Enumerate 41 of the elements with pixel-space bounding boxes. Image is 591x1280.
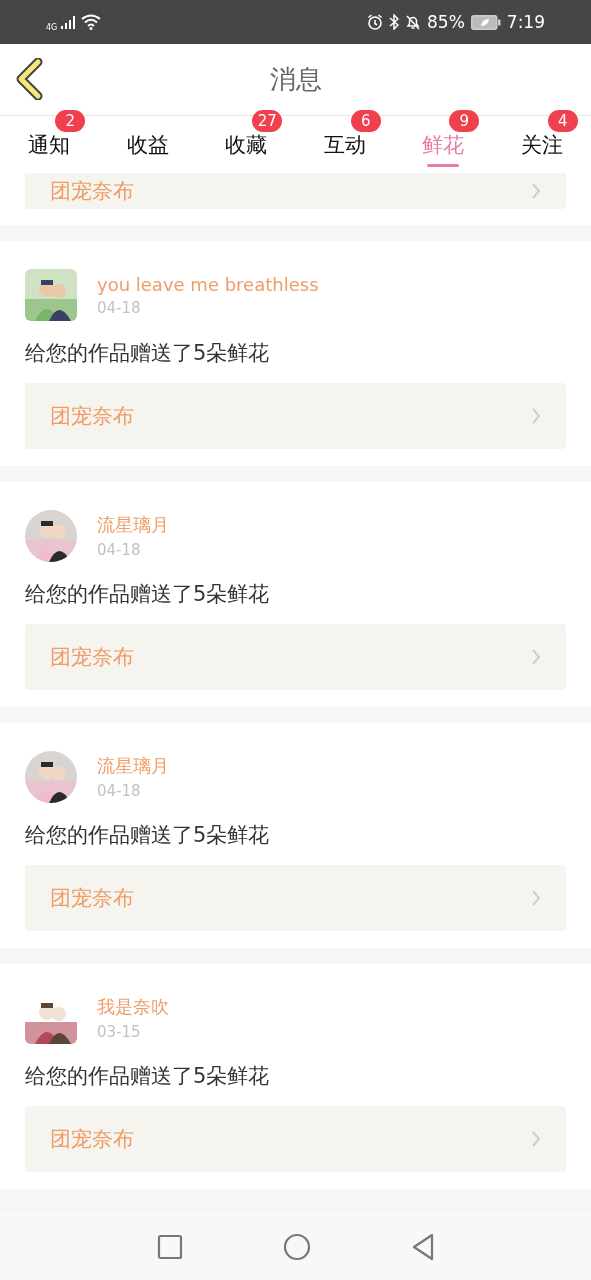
count-badge: 9 [449,110,480,132]
work-link[interactable]: 团宠奈布 [25,383,566,449]
muted-bell-icon [405,14,421,30]
message-text: 给您的作品赠送了5朵鲜花 [25,1063,271,1090]
battery-icon [470,14,501,30]
work-link[interactable]: 团宠奈布 [25,624,566,690]
count-badge: 27 [252,110,283,132]
signal-icon [61,15,78,29]
message-date: 04-18 [97,541,142,559]
chevron-icon [531,889,541,907]
home-icon[interactable] [282,1232,311,1261]
chevron-icon [531,648,541,666]
battery-percent: 85% [427,12,465,32]
page-title: 消息 [269,63,322,96]
chevron-icon [531,407,541,425]
work-link[interactable]: 团宠奈布 [25,173,566,209]
sender-name[interactable]: you leave me breathless [97,273,319,295]
message-date: 04-18 [97,298,142,317]
work-link[interactable]: 团宠奈布 [25,1106,566,1172]
bluetooth-icon [389,14,399,30]
sender-name[interactable]: 我是奈吹 [97,995,169,1019]
alarm-icon [367,14,383,30]
message-text: 给您的作品赠送了5朵鲜花 [25,581,271,608]
count-badge: 2 [55,110,86,132]
work-link[interactable]: 团宠奈布 [25,865,566,931]
chevron-icon [531,182,541,200]
count-badge: 6 [350,110,381,132]
chevron-icon [531,1130,541,1148]
message-text: 给您的作品赠送了5朵鲜花 [25,340,271,367]
wifi-icon [81,14,102,30]
sender-name[interactable]: 流星璃月 [97,754,169,778]
message-date: 04-18 [97,782,142,800]
tab[interactable]: 收益 [98,116,197,173]
network-type: 4G [46,22,58,32]
count-badge: 4 [547,110,578,132]
sender-name[interactable]: 流星璃月 [97,513,169,537]
recent-apps-icon[interactable] [156,1233,183,1260]
back-icon[interactable] [410,1232,435,1261]
message-text: 给您的作品赠送了5朵鲜花 [25,822,271,849]
clock: 7:19 [506,12,545,32]
message-date: 03-15 [97,1023,142,1041]
